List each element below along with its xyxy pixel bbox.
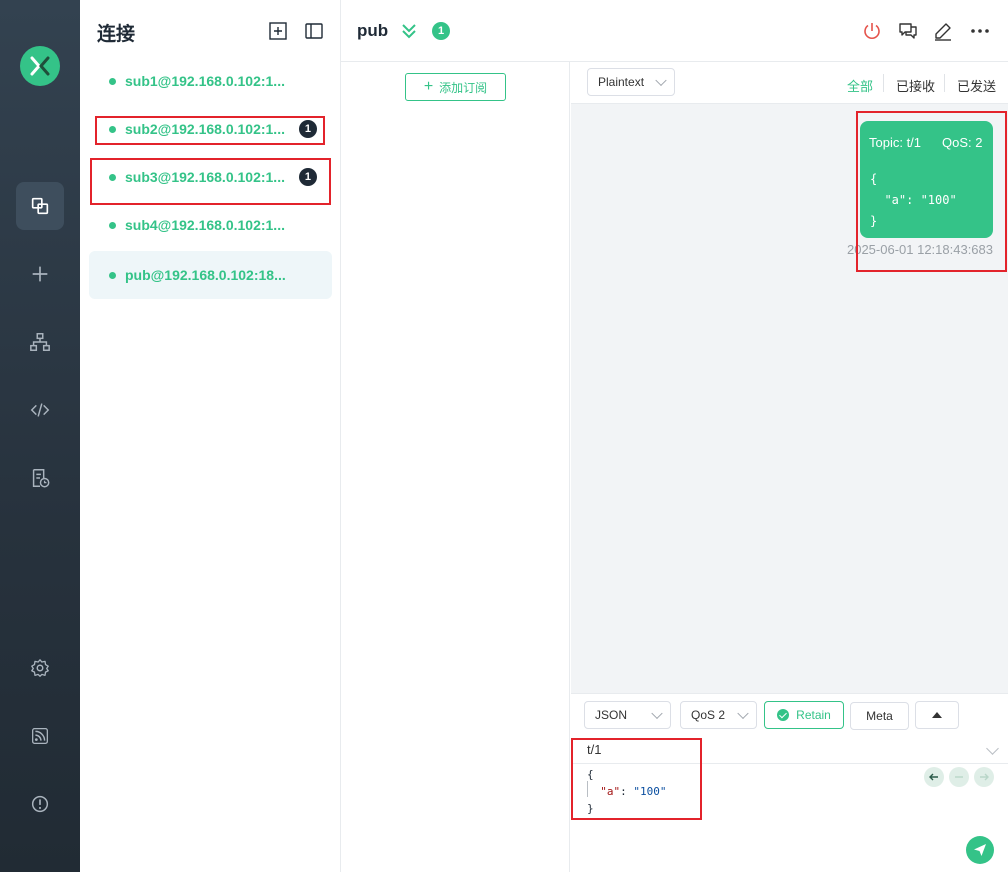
chevron-down-icon bbox=[737, 707, 749, 720]
topology-icon bbox=[30, 333, 50, 351]
plus-icon bbox=[32, 266, 48, 282]
topic-input[interactable]: t/1 bbox=[571, 736, 1008, 764]
expand-editor-button[interactable] bbox=[915, 701, 959, 729]
history-prev-button[interactable] bbox=[924, 767, 944, 787]
connected-status-dot bbox=[109, 221, 116, 229]
filter-sent[interactable]: 已发送 bbox=[957, 76, 996, 95]
messages-toolbar: Plaintext 全部 已接收 已发送 bbox=[571, 62, 1008, 104]
unread-badge: 1 bbox=[298, 168, 317, 186]
payload-value: "100" bbox=[633, 785, 667, 798]
divider bbox=[883, 74, 884, 92]
new-window-icon bbox=[269, 22, 287, 40]
new-window-button[interactable] bbox=[268, 21, 288, 41]
sidebar-toggle-icon bbox=[305, 23, 323, 39]
nav-settings[interactable] bbox=[16, 644, 64, 692]
qos-select[interactable]: QoS 2 bbox=[680, 701, 757, 729]
nav-feed[interactable] bbox=[16, 712, 64, 760]
info-icon bbox=[31, 795, 49, 813]
payload-editor[interactable]: { "a": "100" } bbox=[587, 766, 667, 817]
message-bubble-sent[interactable]: Topic: t/1 QoS: 2 { "a": "100" } bbox=[860, 121, 993, 238]
payload-close-brace: } bbox=[587, 802, 594, 815]
message-payload: { "a": "100" } bbox=[870, 172, 957, 228]
payload-colon: : bbox=[620, 785, 634, 798]
plus-icon: + bbox=[423, 78, 434, 95]
subscriptions-panel: + 添加订阅 bbox=[341, 62, 570, 872]
unread-badge: 1 bbox=[298, 120, 317, 138]
connection-item-pub[interactable]: pub@192.168.0.102:18... bbox=[89, 251, 332, 299]
nav-about[interactable] bbox=[16, 780, 64, 828]
nav-new-connection[interactable] bbox=[16, 250, 64, 298]
connection-name: sub3@192.168.0.102:1... bbox=[125, 169, 285, 185]
connection-count-badge: 1 bbox=[432, 22, 450, 40]
message-qos: QoS: 2 bbox=[942, 135, 983, 150]
history-next-button[interactable] bbox=[974, 767, 994, 787]
send-button[interactable] bbox=[966, 836, 994, 864]
check-circle-icon bbox=[777, 709, 790, 721]
filter-received[interactable]: 已接收 bbox=[896, 76, 935, 95]
message-timestamp: 2025-06-01 12:18:43:683 bbox=[846, 242, 993, 257]
arrow-right-icon bbox=[980, 773, 989, 781]
indent-guide bbox=[587, 781, 588, 797]
meta-button[interactable]: Meta bbox=[850, 702, 909, 730]
nav-connections[interactable] bbox=[16, 182, 64, 230]
nav-topology[interactable] bbox=[16, 318, 64, 366]
power-icon[interactable] bbox=[861, 20, 883, 42]
add-subscription-button[interactable]: + 添加订阅 bbox=[405, 73, 506, 101]
payload-open-brace: { bbox=[587, 768, 594, 781]
connection-name: sub4@192.168.0.102:1... bbox=[125, 217, 285, 233]
nav-log[interactable] bbox=[16, 454, 64, 502]
arrow-left-icon bbox=[929, 773, 938, 781]
retain-label: Retain bbox=[796, 708, 831, 722]
connection-item-sub2[interactable]: sub2@192.168.0.102:1... 1 bbox=[89, 106, 332, 152]
publish-format-value: JSON bbox=[595, 708, 628, 722]
qos-value: QoS 2 bbox=[691, 708, 726, 722]
meta-label: Meta bbox=[866, 709, 893, 723]
history-clear-button[interactable] bbox=[949, 767, 969, 787]
connections-icon bbox=[31, 197, 49, 215]
log-icon bbox=[32, 469, 50, 488]
settings-icon bbox=[31, 659, 49, 677]
feed-icon bbox=[32, 728, 48, 744]
retain-toggle[interactable]: Retain bbox=[764, 701, 844, 729]
send-icon bbox=[974, 844, 986, 856]
publish-format-select[interactable]: JSON bbox=[584, 701, 671, 729]
nav-script[interactable] bbox=[16, 386, 64, 434]
connection-name: pub@192.168.0.102:18... bbox=[125, 267, 286, 283]
connection-item-sub3[interactable]: sub3@192.168.0.102:1... 1 bbox=[89, 154, 332, 200]
publish-panel: JSON QoS 2 Retain Meta t/1 { "a": "100" … bbox=[571, 693, 1008, 872]
minus-icon bbox=[955, 776, 963, 778]
mqttx-logo[interactable] bbox=[20, 46, 60, 86]
connections-title: 连接 bbox=[97, 24, 136, 45]
connection-name: sub2@192.168.0.102:1... bbox=[125, 121, 285, 137]
sidebar-toggle-button[interactable] bbox=[304, 21, 324, 41]
more-icon[interactable] bbox=[969, 20, 991, 42]
caret-up-icon bbox=[932, 712, 942, 718]
connection-name: sub1@192.168.0.102:1... bbox=[125, 73, 285, 89]
connected-status-dot bbox=[109, 173, 116, 181]
payload-format-value: Plaintext bbox=[598, 75, 645, 89]
chevrons-down-icon[interactable] bbox=[401, 22, 417, 40]
connection-title: pub bbox=[357, 21, 389, 40]
add-subscription-label: 添加订阅 bbox=[439, 80, 488, 95]
message-topic: Topic: t/1 bbox=[869, 135, 922, 150]
filter-all[interactable]: 全部 bbox=[847, 76, 873, 95]
divider bbox=[944, 74, 945, 92]
connections-panel: 连接 sub1@192.168.0.102:1... sub2@192.168.… bbox=[80, 0, 341, 872]
messages-panel: Plaintext 全部 已接收 已发送 Topic: t/1 QoS: 2 {… bbox=[571, 62, 1008, 693]
edit-icon[interactable] bbox=[932, 20, 954, 42]
logo-icon bbox=[30, 56, 50, 76]
payload-format-select[interactable]: Plaintext bbox=[587, 68, 675, 96]
app-nav bbox=[0, 0, 80, 872]
connection-item-sub1[interactable]: sub1@192.168.0.102:1... bbox=[89, 58, 332, 104]
payload-key: "a" bbox=[600, 785, 621, 798]
connected-status-dot bbox=[109, 77, 116, 85]
code-icon bbox=[30, 403, 50, 417]
connected-status-dot bbox=[109, 125, 116, 133]
connection-header: pub 1 bbox=[341, 0, 1008, 62]
chevron-down-icon bbox=[655, 74, 667, 87]
connection-item-sub4[interactable]: sub4@192.168.0.102:1... bbox=[89, 202, 332, 248]
chat-icon[interactable] bbox=[897, 20, 919, 42]
connected-status-dot bbox=[109, 271, 116, 279]
chevron-down-icon bbox=[651, 707, 663, 720]
